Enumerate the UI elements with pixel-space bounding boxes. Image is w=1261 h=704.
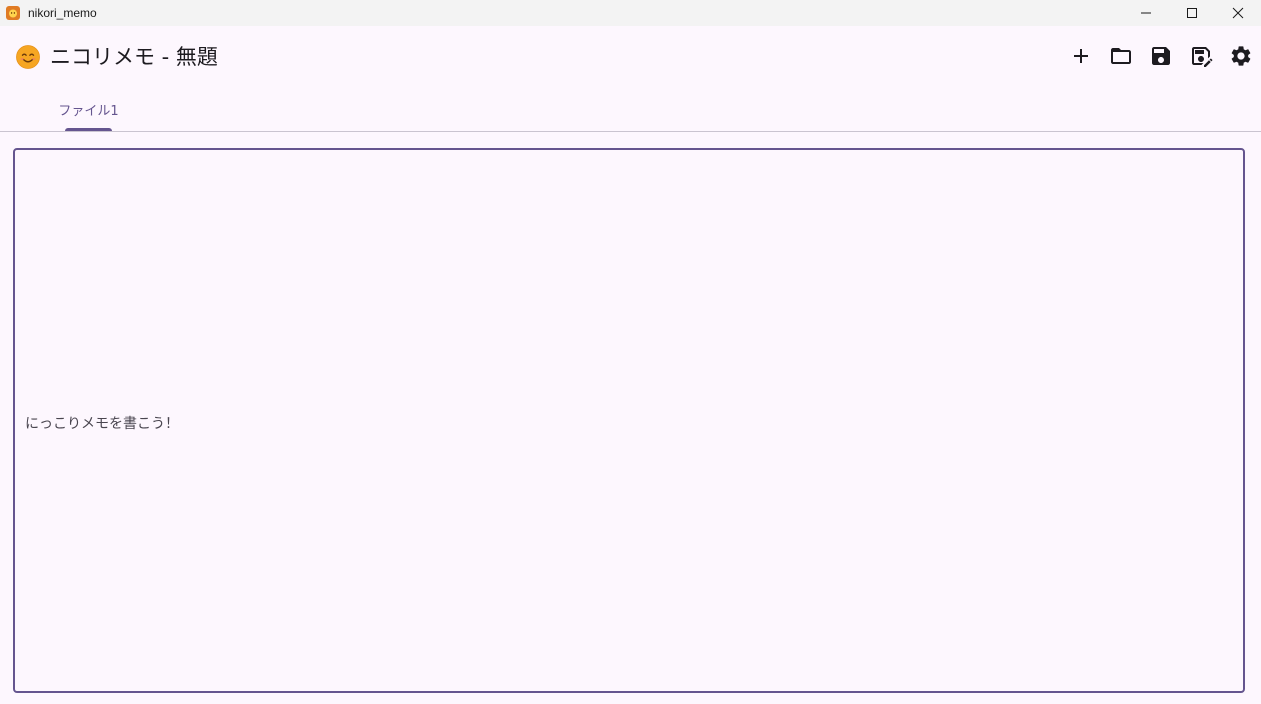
active-tab-indicator: [65, 128, 112, 131]
open-folder-button[interactable]: [1101, 40, 1141, 72]
editor-placeholder: にっこりメモを書こう！: [25, 416, 179, 432]
save-button[interactable]: [1141, 40, 1181, 72]
minimize-button[interactable]: [1123, 0, 1169, 26]
app-title: ニコリメモ - 無題: [50, 45, 218, 69]
tab-file1[interactable]: ファイル1: [58, 88, 119, 131]
app-logo-icon: [6, 6, 20, 20]
save-edit-icon: [1192, 47, 1213, 67]
tab-bar: ファイル1: [0, 88, 1261, 132]
tab-label: ファイル1: [58, 104, 119, 119]
toolbar-actions: [1061, 40, 1261, 72]
gear-icon: [1231, 46, 1251, 66]
maximize-icon: [1187, 8, 1197, 18]
app-bar: ニコリメモ - 無題: [0, 26, 1261, 88]
close-button[interactable]: [1215, 0, 1261, 26]
window-title: nikori_memo: [28, 6, 97, 20]
memo-editor[interactable]: にっこりメモを書こう！: [13, 148, 1245, 693]
settings-button[interactable]: [1221, 40, 1261, 72]
save-as-button[interactable]: [1181, 40, 1221, 72]
window-controls: [1123, 0, 1261, 26]
minimize-icon: [1141, 12, 1151, 14]
close-icon: [1232, 7, 1244, 19]
maximize-button[interactable]: [1169, 0, 1215, 26]
plus-icon: [1074, 49, 1088, 63]
save-icon: [1152, 47, 1170, 65]
window-titlebar: nikori_memo: [0, 0, 1261, 26]
new-file-button[interactable]: [1061, 40, 1101, 72]
smiling-face-emoji-icon: [16, 45, 40, 69]
folder-icon: [1111, 48, 1131, 64]
